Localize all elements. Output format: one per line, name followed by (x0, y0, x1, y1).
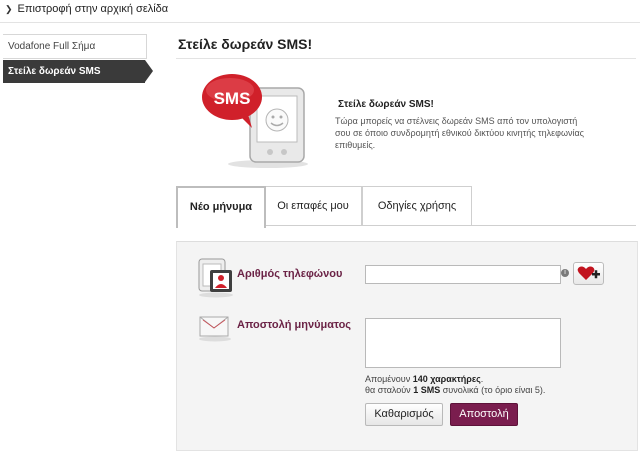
info-icon[interactable]: i (561, 269, 569, 277)
intro-title: Στείλε δωρεάν SMS! (338, 99, 434, 110)
sidebar-item-full-signal[interactable]: Vodafone Full Σήμα (3, 34, 147, 59)
back-link-label: Επιστροφή στην αρχική σελίδα (17, 3, 169, 15)
counter-sms-value: 1 SMS (413, 385, 441, 395)
add-contact-button[interactable] (573, 262, 604, 285)
send-button[interactable]: Αποστολή (450, 403, 518, 426)
counter-sms-suffix: συνολικά (το όριο είναι 5). (442, 385, 546, 395)
sms-phone-illustration: SMS (202, 74, 308, 168)
chevron-right-icon: ❯ (5, 4, 13, 14)
counter-remaining-value: 140 χαρακτήρες (412, 374, 481, 384)
counter-remaining: Απομένουν 140 χαρακτήρες. (365, 374, 545, 385)
message-textarea[interactable] (365, 318, 561, 368)
intro-text: Τώρα μπορείς να στέλνεις δωρεάν SMS από … (335, 116, 585, 150)
tab-my-contacts[interactable]: Οι επαφές μου (264, 186, 362, 226)
phone-number-input[interactable] (365, 265, 561, 284)
character-counter: Απομένουν 140 χαρακτήρες. θα σταλούν 1 S… (365, 374, 545, 396)
sidebar-item-free-sms[interactable]: Στείλε δωρεάν SMS (3, 60, 153, 83)
counter-remaining-prefix: Απομένουν (365, 374, 411, 384)
counter-remaining-suffix: . (480, 374, 484, 384)
phone-number-label: Αριθμός τηλεφώνου (237, 268, 343, 280)
tab-new-message[interactable]: Νέο μήνυμα (176, 186, 266, 228)
phone-contact-icon (198, 258, 233, 298)
counter-sms-count: θα σταλούν 1 SMS συνολικά (το όριο είναι… (365, 385, 545, 396)
title-divider (176, 58, 636, 59)
header-divider (0, 22, 640, 23)
heart-plus-icon (577, 266, 600, 280)
clear-button[interactable]: Καθαρισμός (365, 403, 443, 426)
page-title: Στείλε δωρεάν SMS! (178, 36, 313, 52)
sidebar-nav: Vodafone Full Σήμα Στείλε δωρεάν SMS (3, 34, 153, 83)
back-to-home-link[interactable]: ❯ Επιστροφή στην αρχική σελίδα (5, 3, 168, 15)
envelope-icon (199, 316, 231, 342)
message-label: Αποστολή μηνύματος (237, 319, 352, 331)
counter-sms-prefix: θα σταλούν (365, 385, 411, 395)
tab-instructions[interactable]: Οδηγίες χρήσης (362, 186, 472, 226)
sms-badge-text: SMS (214, 89, 251, 108)
